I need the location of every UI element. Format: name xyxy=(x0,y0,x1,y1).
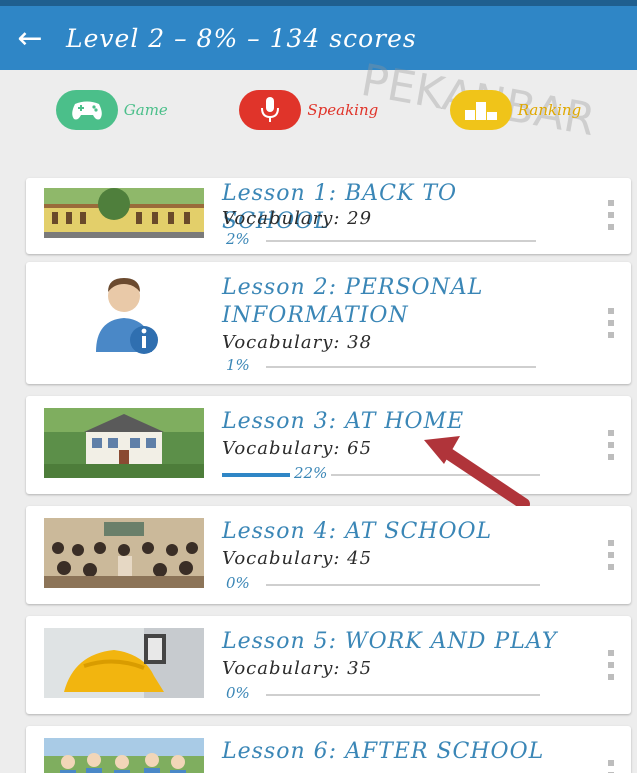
lesson-thumbnail-classroom xyxy=(44,518,204,596)
game-label: Game xyxy=(123,101,168,119)
more-options-icon[interactable] xyxy=(607,430,615,460)
lesson-card-5[interactable]: Lesson 5: WORK AND PLAY Vocabulary: 35 0… xyxy=(26,616,631,714)
progress-text: 1% xyxy=(222,356,254,374)
lesson-progress: 0% xyxy=(222,574,542,594)
game-button[interactable]: Game xyxy=(55,90,168,130)
back-button[interactable]: ← xyxy=(0,6,60,70)
lesson-progress: 0% xyxy=(222,684,542,704)
action-bar: Game Speaking Ranking xyxy=(0,70,637,150)
progress-text: 22% xyxy=(290,464,332,482)
lesson-card-4[interactable]: Lesson 4: AT SCHOOL Vocabulary: 45 0% xyxy=(26,506,631,604)
lesson-vocabulary: Vocabulary: 29 xyxy=(222,208,373,229)
progress-text: 0% xyxy=(222,684,254,702)
progress-text: 0% xyxy=(222,574,254,592)
lesson-title: Lesson 6: AFTER SCHOOL xyxy=(222,739,545,764)
ranking-button[interactable]: Ranking xyxy=(449,90,582,130)
lesson-vocabulary: Vocabulary: 35 xyxy=(222,658,373,679)
progress-track xyxy=(266,240,536,242)
lesson-title: Lesson 4: AT SCHOOL xyxy=(222,519,493,544)
microphone-icon xyxy=(239,90,302,130)
speaking-button[interactable]: Speaking xyxy=(239,90,378,130)
lesson-title: Lesson 5: WORK AND PLAY xyxy=(222,629,558,654)
more-options-icon[interactable] xyxy=(607,308,615,338)
progress-text: 2% xyxy=(222,230,254,248)
progress-track xyxy=(266,694,540,696)
more-options-icon[interactable] xyxy=(607,760,615,773)
arrow-left-icon: ← xyxy=(17,20,43,56)
speaking-label: Speaking xyxy=(307,101,379,119)
more-options-icon[interactable] xyxy=(607,650,615,680)
lesson-vocabulary: Vocabulary: 38 xyxy=(222,332,373,353)
progress-track xyxy=(266,584,540,586)
lesson-thumbnail-house xyxy=(44,408,204,486)
progress-track xyxy=(266,366,536,368)
lesson-vocabulary: Vocabulary: 65 xyxy=(222,438,373,459)
lesson-vocabulary: Vocabulary: 45 xyxy=(222,548,373,569)
page-title: Level 2 – 8% – 134 scores xyxy=(66,23,417,53)
annotation-arrow xyxy=(424,436,530,510)
lesson-card-6[interactable]: Lesson 6: AFTER SCHOOL xyxy=(26,726,631,773)
lesson-card-3[interactable]: Lesson 3: AT HOME Vocabulary: 65 22% xyxy=(26,396,631,510)
lesson-progress: 2% xyxy=(222,230,542,250)
app-header: ← Level 2 – 8% – 134 scores xyxy=(0,0,637,70)
lesson-thumbnail-hard-hat xyxy=(44,628,204,706)
progress-fill xyxy=(222,473,292,477)
more-options-icon[interactable] xyxy=(607,200,615,230)
gamepad-icon xyxy=(55,90,118,130)
lesson-thumbnail-kids xyxy=(44,738,204,773)
podium-icon xyxy=(449,90,512,130)
lesson-card-2[interactable]: Lesson 2: PERSONAL INFORMATION Vocabular… xyxy=(26,262,631,384)
ranking-label: Ranking xyxy=(517,101,582,119)
lesson-title: Lesson 2: PERSONAL INFORMATION xyxy=(222,275,484,328)
lesson-card-1[interactable]: Lesson 1: BACK TO SCHOOL Vocabulary: 29 … xyxy=(26,178,631,254)
lesson-progress: 1% xyxy=(222,356,542,376)
lesson-thumbnail-school-building xyxy=(44,188,204,238)
user-info-icon xyxy=(44,272,204,362)
more-options-icon[interactable] xyxy=(607,540,615,570)
lesson-title: Lesson 3: AT HOME xyxy=(222,409,465,434)
